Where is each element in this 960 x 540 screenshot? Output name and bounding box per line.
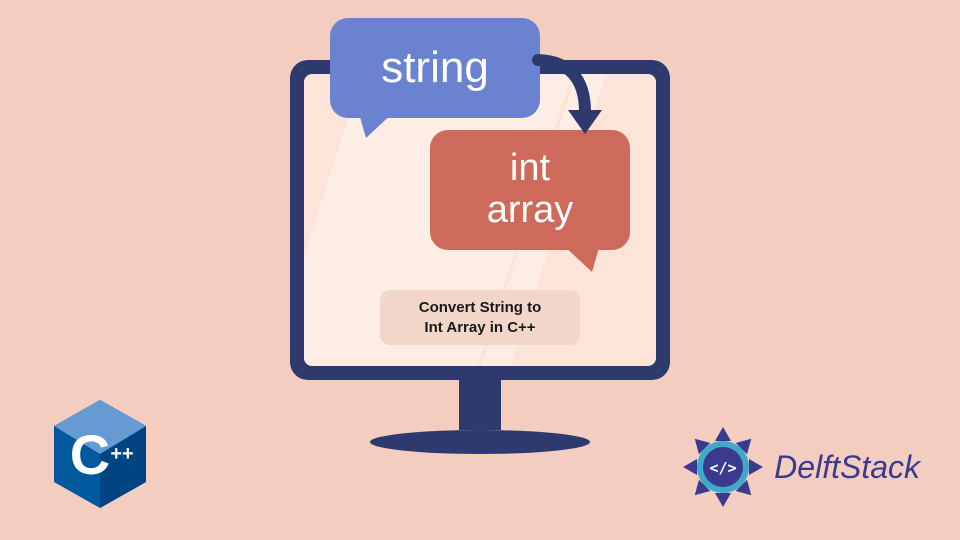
speech-bubble-string: string	[330, 18, 540, 118]
monitor-stand-base	[370, 430, 590, 454]
speech-bubble-int-array: int array	[430, 130, 630, 250]
bubble-red-line1: int	[510, 148, 550, 190]
caption-line2: Int Array in C++	[392, 318, 568, 338]
bubble-blue-text: string	[381, 43, 489, 93]
monitor-stand-neck	[459, 380, 501, 430]
caption-line1: Convert String to	[392, 298, 568, 318]
svg-text:C: C	[70, 423, 110, 486]
svg-text:</>: </>	[710, 459, 737, 477]
svg-text:++: ++	[110, 443, 133, 465]
delftstack-text: DelftStack	[774, 449, 920, 486]
delftstack-gear-icon: </>	[680, 424, 766, 510]
arrow-icon	[530, 52, 610, 142]
caption-box: Convert String to Int Array in C++	[380, 290, 580, 345]
delftstack-brand: </> DelftStack	[680, 424, 920, 510]
monitor-illustration	[290, 60, 670, 480]
bubble-red-line2: array	[487, 190, 574, 232]
cpp-logo-icon: C ++	[50, 398, 150, 510]
